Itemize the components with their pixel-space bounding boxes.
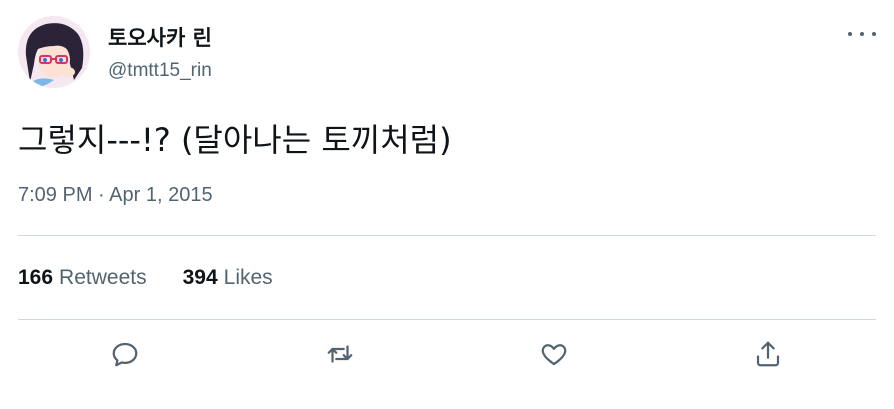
retweet-icon — [327, 345, 353, 363]
retweets-count: 166 — [18, 266, 54, 289]
engagement-stats: 166 Retweets 394 Likes — [18, 266, 273, 290]
retweets-stat[interactable]: 166 Retweets — [18, 266, 147, 290]
avatar-image — [18, 16, 90, 88]
likes-label: Likes — [223, 266, 273, 289]
reply-button[interactable] — [108, 337, 142, 371]
retweets-label: Retweets — [59, 266, 147, 289]
tweet-text: 그렇지---!? (달아나는 토끼처럼) — [18, 121, 452, 159]
reply-icon — [112, 342, 138, 367]
likes-count: 394 — [182, 266, 218, 289]
avatar[interactable] — [18, 16, 90, 88]
retweet-button[interactable] — [323, 337, 357, 371]
more-options-icon[interactable] — [848, 28, 876, 40]
display-name[interactable]: 토오사카 린 — [108, 22, 212, 52]
share-icon — [756, 341, 780, 367]
like-icon — [541, 344, 567, 366]
like-button[interactable] — [537, 337, 571, 371]
divider — [18, 319, 876, 320]
divider — [18, 235, 876, 236]
tweet-timestamp[interactable]: 7:09 PM · Apr 1, 2015 — [18, 184, 213, 207]
share-button[interactable] — [751, 337, 785, 371]
likes-stat[interactable]: 394 Likes — [183, 266, 273, 290]
user-handle[interactable]: @tmtt15_rin — [108, 60, 212, 82]
